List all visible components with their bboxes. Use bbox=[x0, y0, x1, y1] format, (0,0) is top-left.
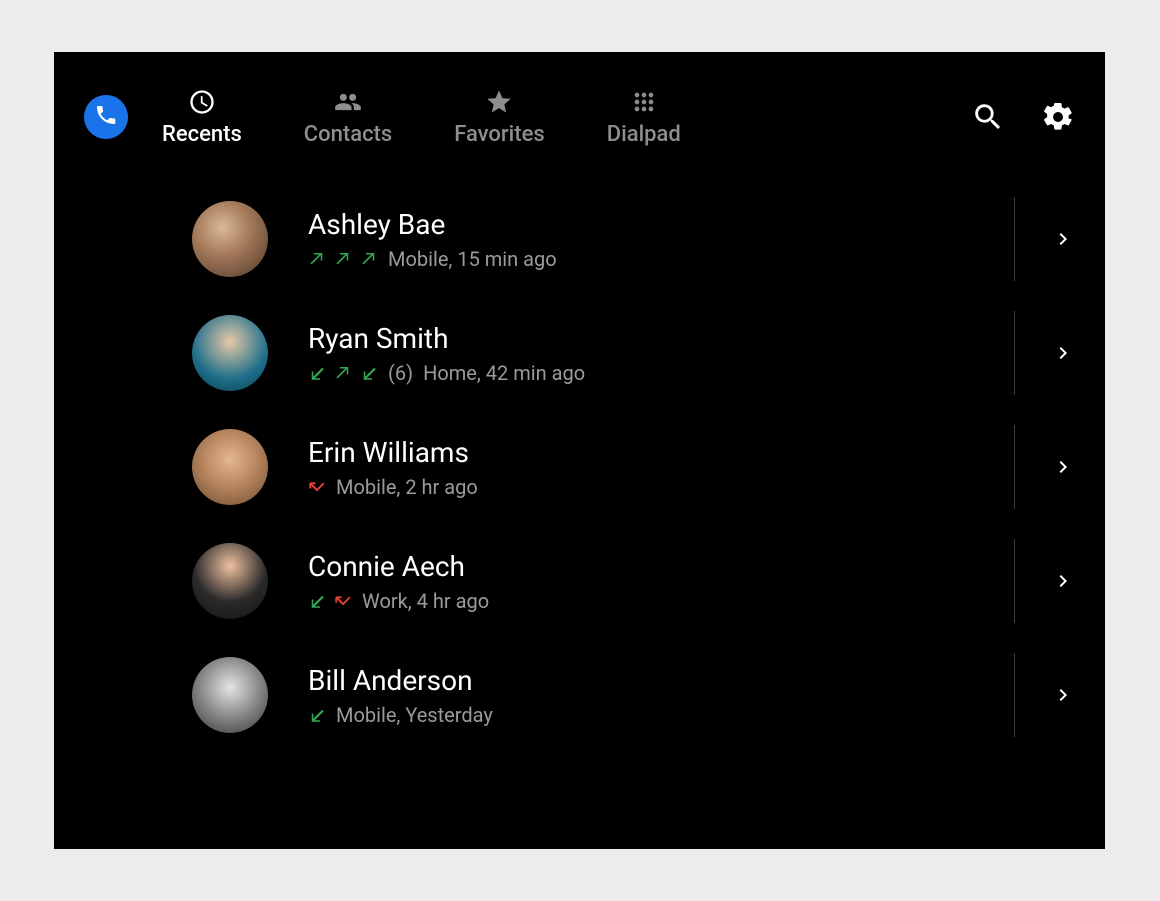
call-info: Ryan Smith (6) Home, 42 min ago bbox=[308, 322, 585, 385]
call-meta: Mobile, 15 min ago bbox=[388, 247, 557, 271]
detail-chevron[interactable] bbox=[1051, 569, 1075, 593]
outgoing-call-icon bbox=[308, 250, 326, 268]
detail-chevron[interactable] bbox=[1051, 227, 1075, 251]
contact-name: Ashley Bae bbox=[308, 208, 557, 241]
call-subline: (6) Home, 42 min ago bbox=[308, 361, 585, 385]
contact-name: Erin Williams bbox=[308, 436, 478, 469]
contact-name: Connie Aech bbox=[308, 550, 489, 583]
star-icon bbox=[485, 88, 513, 116]
tab-dialpad[interactable]: Dialpad bbox=[607, 88, 681, 147]
outgoing-call-icon bbox=[334, 250, 352, 268]
detail-chevron[interactable] bbox=[1051, 341, 1075, 365]
call-direction-icons bbox=[308, 250, 378, 268]
call-direction-icons bbox=[308, 592, 352, 610]
missed-call-icon bbox=[334, 592, 352, 610]
clock-icon bbox=[188, 88, 216, 116]
people-icon bbox=[334, 88, 362, 116]
call-direction-icons bbox=[308, 364, 378, 382]
row-right bbox=[1014, 296, 1075, 410]
divider bbox=[1014, 653, 1015, 737]
contact-name: Bill Anderson bbox=[308, 664, 493, 697]
missed-call-icon bbox=[308, 478, 326, 496]
call-row[interactable]: Bill Anderson Mobile, Yesterday bbox=[192, 638, 1075, 752]
call-count: (6) bbox=[388, 361, 413, 385]
contact-name: Ryan Smith bbox=[308, 322, 585, 355]
incoming-call-icon bbox=[308, 706, 326, 724]
topbar-actions bbox=[971, 100, 1075, 134]
avatar bbox=[192, 429, 268, 505]
call-info: Connie Aech Work, 4 hr ago bbox=[308, 550, 489, 613]
tab-bar: Recents Contacts Favorites Dialpad bbox=[162, 88, 681, 147]
divider bbox=[1014, 425, 1015, 509]
call-info: Erin Williams Mobile, 2 hr ago bbox=[308, 436, 478, 499]
detail-chevron[interactable] bbox=[1051, 683, 1075, 707]
incoming-call-icon bbox=[308, 592, 326, 610]
recent-calls-list: Ashley Bae Mobile, 15 min ago Ryan Smith (6… bbox=[54, 182, 1105, 752]
divider bbox=[1014, 197, 1015, 281]
tab-recents[interactable]: Recents bbox=[162, 88, 242, 147]
call-meta: Mobile, 2 hr ago bbox=[336, 475, 478, 499]
settings-button[interactable] bbox=[1041, 100, 1075, 134]
row-right bbox=[1014, 638, 1075, 752]
outgoing-call-icon bbox=[334, 364, 352, 382]
tab-recents-label: Recents bbox=[162, 122, 242, 147]
phone-app: Recents Contacts Favorites Dialpad bbox=[54, 52, 1105, 849]
row-right bbox=[1014, 182, 1075, 296]
divider bbox=[1014, 539, 1015, 623]
call-meta: Home, 42 min ago bbox=[423, 361, 585, 385]
phone-icon bbox=[94, 103, 118, 131]
call-row[interactable]: Ryan Smith (6) Home, 42 min ago bbox=[192, 296, 1075, 410]
call-subline: Mobile, 15 min ago bbox=[308, 247, 557, 271]
call-direction-icons bbox=[308, 478, 326, 496]
call-meta: Work, 4 hr ago bbox=[362, 589, 489, 613]
detail-chevron[interactable] bbox=[1051, 455, 1075, 479]
top-bar: Recents Contacts Favorites Dialpad bbox=[54, 52, 1105, 182]
call-subline: Work, 4 hr ago bbox=[308, 589, 489, 613]
call-direction-icons bbox=[308, 706, 326, 724]
phone-app-icon-button[interactable] bbox=[84, 95, 128, 139]
call-row[interactable]: Ashley Bae Mobile, 15 min ago bbox=[192, 182, 1075, 296]
row-right bbox=[1014, 524, 1075, 638]
avatar bbox=[192, 201, 268, 277]
call-row[interactable]: Erin Williams Mobile, 2 hr ago bbox=[192, 410, 1075, 524]
tab-contacts-label: Contacts bbox=[304, 122, 392, 147]
search-button[interactable] bbox=[971, 100, 1005, 134]
call-subline: Mobile, Yesterday bbox=[308, 703, 493, 727]
call-meta: Mobile, Yesterday bbox=[336, 703, 493, 727]
dialpad-icon bbox=[630, 88, 658, 116]
tab-favorites[interactable]: Favorites bbox=[454, 88, 545, 147]
call-info: Ashley Bae Mobile, 15 min ago bbox=[308, 208, 557, 271]
row-right bbox=[1014, 410, 1075, 524]
avatar bbox=[192, 657, 268, 733]
tab-contacts[interactable]: Contacts bbox=[304, 88, 392, 147]
incoming-call-icon bbox=[308, 364, 326, 382]
tab-dialpad-label: Dialpad bbox=[607, 122, 681, 147]
avatar bbox=[192, 543, 268, 619]
tab-favorites-label: Favorites bbox=[454, 122, 545, 147]
incoming-call-icon bbox=[360, 364, 378, 382]
call-subline: Mobile, 2 hr ago bbox=[308, 475, 478, 499]
avatar bbox=[192, 315, 268, 391]
divider bbox=[1014, 311, 1015, 395]
call-row[interactable]: Connie Aech Work, 4 hr ago bbox=[192, 524, 1075, 638]
outgoing-call-icon bbox=[360, 250, 378, 268]
call-info: Bill Anderson Mobile, Yesterday bbox=[308, 664, 493, 727]
